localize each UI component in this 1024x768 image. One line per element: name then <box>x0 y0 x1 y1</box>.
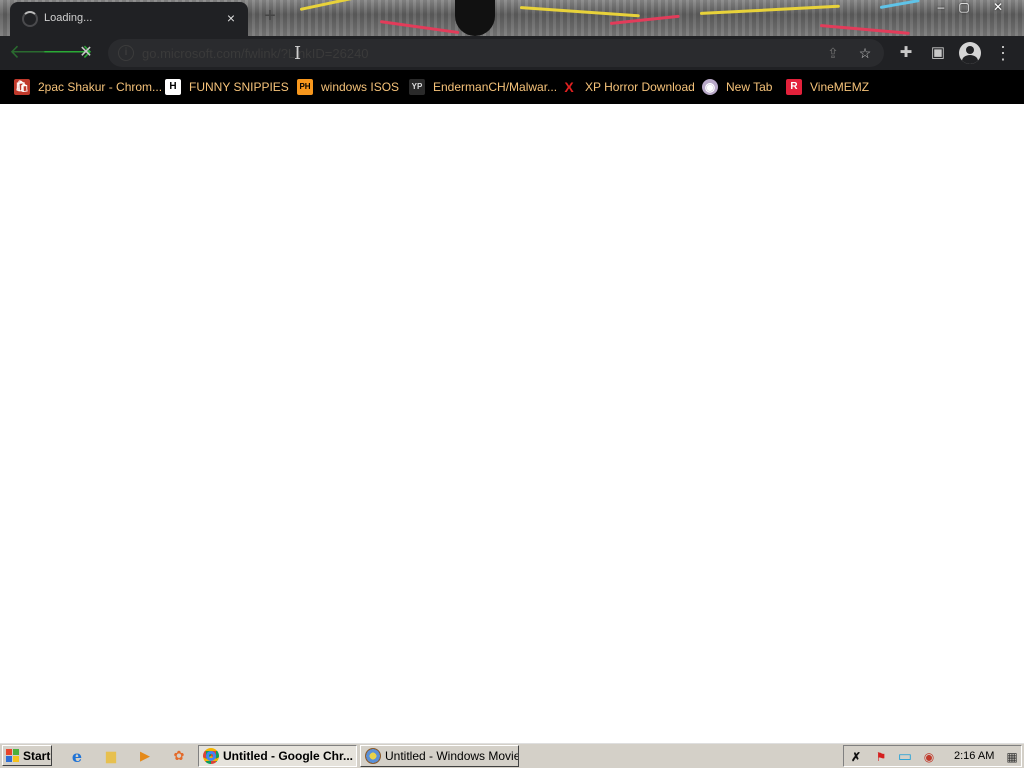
bookmark-windows-isos[interactable]: PH windows ISOS <box>297 78 399 96</box>
task-label: Untitled - Google Chr... <box>223 749 353 763</box>
monitor-icon[interactable]: ▭ <box>897 749 913 765</box>
red-x-icon: X <box>564 79 574 95</box>
yp-logo-icon: YP <box>409 79 425 95</box>
minimize-button[interactable]: – <box>930 0 952 14</box>
theme-decoration <box>299 0 360 11</box>
globe-icon: ◉ <box>702 79 718 95</box>
task-label: Untitled - Windows Movie... <box>385 749 519 763</box>
theme-decoration <box>819 24 910 35</box>
theme-decoration <box>455 0 495 36</box>
forward-arrow-icon[interactable]: 🡒 <box>42 41 93 65</box>
ph-logo-icon: PH <box>297 79 313 95</box>
bookmarks-bar: 🛍 2pac Shakur - Chrom... H FUNNY SNIPPIE… <box>0 70 1024 104</box>
loading-spinner-icon <box>22 11 38 27</box>
theme-decoration <box>879 0 920 9</box>
theme-decoration <box>699 4 840 15</box>
start-label: Start <box>23 748 51 763</box>
taskbar-task-chrome[interactable]: Untitled - Google Chr... <box>198 745 357 767</box>
tab-title: Loading... <box>44 12 93 24</box>
share-icon[interactable]: ⇪ <box>823 43 843 63</box>
chrome-icon <box>203 748 219 764</box>
theme-decoration <box>609 14 680 25</box>
bookmark-label: 2pac Shakur - Chrom... <box>38 80 163 94</box>
bookmark-label: VineMEMZ <box>810 80 870 94</box>
movie-maker-icon <box>365 748 381 764</box>
site-info-icon[interactable]: i <box>118 45 134 61</box>
windows-flag-icon <box>6 748 20 763</box>
close-window-button[interactable]: ✕ <box>987 0 1009 14</box>
bookmark-star-icon[interactable]: ☆ <box>855 43 875 63</box>
r-logo-icon: R <box>786 79 802 95</box>
tab-active[interactable]: Loading... × <box>10 2 248 36</box>
bookmark-endermanch[interactable]: YP EndermanCH/Malwar... <box>409 78 557 96</box>
url-text[interactable]: go.microsoft.com/fwlink/?LinkID=26240 <box>142 46 369 61</box>
address-bar[interactable]: i go.microsoft.com/fwlink/?LinkID=26240 … <box>108 39 884 67</box>
taskbar: Start e ▆ ▶ ✿ Untitled - Google Chr... U… <box>0 742 1024 768</box>
taskbar-task-movie-maker[interactable]: Untitled - Windows Movie... <box>360 745 519 767</box>
start-button[interactable]: Start <box>2 745 52 766</box>
theme-decoration <box>379 20 460 35</box>
theme-decoration <box>519 6 640 18</box>
clock[interactable]: 2:16 AM <box>954 750 994 762</box>
bookmark-label: XP Horror Download <box>585 80 695 94</box>
side-panel-icon[interactable]: ▣ <box>926 41 950 65</box>
bookmark-vinememz[interactable]: R VineMEMZ <box>786 78 869 96</box>
profile-avatar-icon[interactable] <box>959 42 981 64</box>
tab-strip: Loading... × + – ▢ ✕ <box>0 0 1024 36</box>
restore-button[interactable]: ▢ <box>953 0 975 14</box>
app-icon[interactable]: ✿ <box>170 747 188 765</box>
text-cursor-icon: I <box>294 43 302 64</box>
bookmark-label: FUNNY SNIPPIES <box>189 80 289 94</box>
new-tab-button[interactable]: + <box>259 5 281 28</box>
record-icon[interactable]: ◉ <box>921 749 937 765</box>
bookmark-label: EndermanCH/Malwar... <box>433 80 558 94</box>
bookmark-2pac[interactable]: 🛍 2pac Shakur - Chrom... <box>14 78 162 96</box>
page-content-blank[interactable] <box>0 104 1024 742</box>
back-arrow-icon[interactable]: 🡐 <box>9 41 60 65</box>
bookmark-funny-snippies[interactable]: H FUNNY SNIPPIES <box>165 78 289 96</box>
browser-window: Loading... × + – ▢ ✕ 🡐 🡒 ✕ i go.microsof… <box>0 0 1024 104</box>
extensions-icon[interactable]: ✚ <box>894 41 918 65</box>
antivirus-icon[interactable]: ✗ <box>848 749 864 765</box>
media-player-icon[interactable]: ▶ <box>136 747 154 765</box>
system-tray: ✗ ⚑ ▭ ◉ 2:16 AM ▦ <box>843 745 1022 767</box>
bookmark-label: windows ISOS <box>321 80 400 94</box>
bookmark-label: New Tab <box>726 80 773 94</box>
bookmark-new-tab[interactable]: ◉ New Tab <box>702 78 772 96</box>
display-icon[interactable]: ▦ <box>1004 749 1020 765</box>
flag-icon[interactable]: ⚑ <box>873 749 889 765</box>
menu-kebab-icon[interactable]: ⋮ <box>991 41 1015 65</box>
h-letter-icon: H <box>165 79 181 95</box>
bookmark-xp-horror[interactable]: X XP Horror Download <box>561 78 695 96</box>
folder-icon[interactable]: ▆ <box>102 747 120 765</box>
shopping-bag-icon: 🛍 <box>14 79 30 95</box>
browser-toolbar: 🡐 🡒 ✕ i go.microsoft.com/fwlink/?LinkID=… <box>0 36 1024 70</box>
tab-close-icon[interactable]: × <box>222 9 240 27</box>
stop-loading-icon[interactable]: ✕ <box>74 41 98 65</box>
internet-explorer-icon[interactable]: e <box>68 747 86 766</box>
